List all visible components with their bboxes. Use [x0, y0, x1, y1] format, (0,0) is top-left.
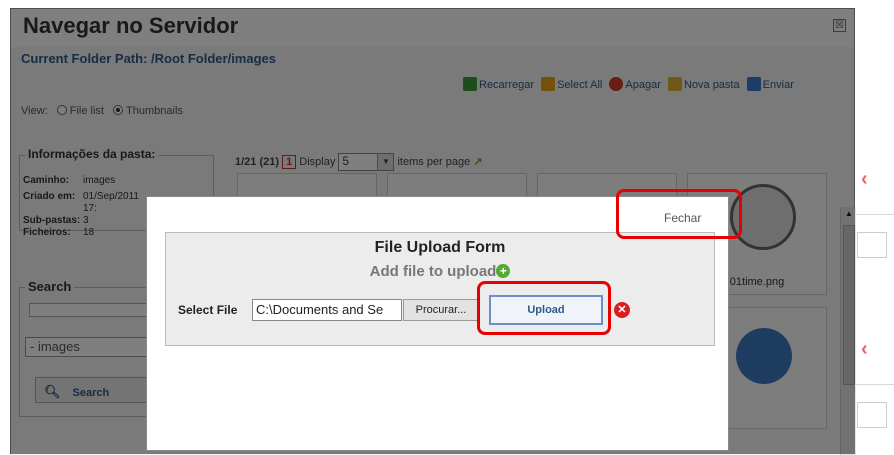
- highlight-fechar: [616, 189, 742, 239]
- page-input: [857, 402, 887, 428]
- divider: [855, 384, 894, 385]
- chevron-left-icon: ‹: [861, 338, 868, 360]
- page-background-right: ‹ ‹: [855, 0, 894, 454]
- select-file-label: Select File: [178, 303, 238, 317]
- divider: [855, 214, 894, 215]
- file-path-input[interactable]: C:\Documents and Se: [252, 299, 402, 321]
- file-upload-form: File Upload Form Add file to upload + Sel…: [165, 232, 715, 346]
- page-input: [857, 232, 887, 258]
- form-title: File Upload Form: [374, 239, 506, 256]
- plus-icon: +: [496, 264, 511, 278]
- browse-button[interactable]: Procurar...: [403, 299, 479, 321]
- highlight-upload: [477, 281, 611, 335]
- add-file-link[interactable]: Add file to upload +: [166, 263, 714, 280]
- chevron-left-icon: ‹: [861, 168, 868, 190]
- remove-file-icon[interactable]: ✕: [614, 302, 630, 318]
